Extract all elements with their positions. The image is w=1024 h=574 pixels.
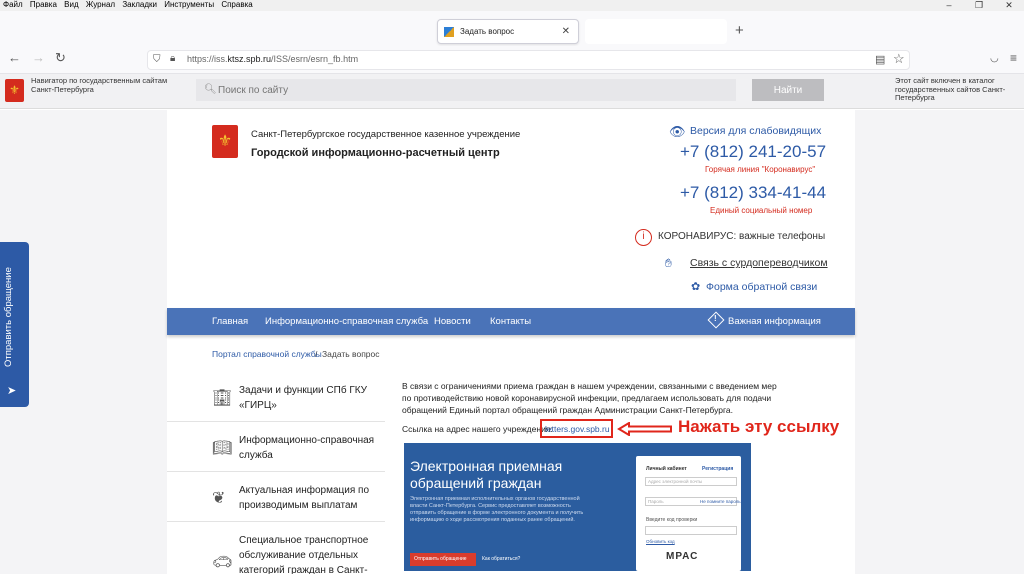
- preview-captcha-label: Введите код проверки: [646, 517, 698, 523]
- menu-edit[interactable]: Правка: [30, 0, 57, 10]
- lock-icon[interactable]: 🔒︎: [170, 53, 175, 64]
- preview-title: обращений граждан: [410, 475, 542, 491]
- search-icon: 🔍︎: [204, 84, 217, 95]
- preview-password-placeholder: Пароль: [648, 499, 664, 504]
- site-favicon-icon: [444, 26, 454, 37]
- menu-tasks[interactable]: Задачи и функции СПб ГКУ «ГИРЦ»: [239, 383, 379, 413]
- menu-view[interactable]: Вид: [64, 0, 78, 10]
- spb-logo-icon[interactable]: ⚜: [5, 79, 24, 102]
- hotline-caption: Горячая линия "Коронавирус": [705, 165, 816, 174]
- minimize-button[interactable]: –: [934, 0, 964, 11]
- restore-button[interactable]: ❐: [964, 0, 994, 11]
- reader-view-icon[interactable]: ▤: [875, 53, 885, 66]
- book-icon: 📖︎: [212, 440, 233, 457]
- menu-bar: Файл Правка Вид Журнал Закладки Инструме…: [0, 0, 1024, 11]
- tab-close-icon[interactable]: ✕: [562, 26, 570, 37]
- sign-language-icon: ✋︎: [665, 256, 672, 270]
- preview-captcha-image: МРАС: [666, 551, 699, 562]
- preview-how-to-link[interactable]: Как обратиться?: [482, 556, 520, 562]
- menu-history[interactable]: Журнал: [86, 0, 115, 10]
- arrow-left-icon: [617, 422, 672, 436]
- exclamation-icon: !: [714, 314, 717, 323]
- eye-icon[interactable]: 👁︎: [669, 124, 686, 140]
- menu-bookmarks[interactable]: Закладки: [122, 0, 157, 10]
- preview-title: Электронная приемная: [410, 458, 563, 474]
- link-label: Ссылка на адрес нашего учреждения:: [402, 424, 553, 434]
- menu-help[interactable]: Справка: [221, 0, 252, 10]
- org-type: Санкт-Петербургское государственное казе…: [251, 129, 521, 140]
- back-icon[interactable]: ←: [8, 50, 21, 65]
- url-text[interactable]: https://iss.ktsz.spb.ru/ISS/esrn/esrn_fb…: [187, 54, 358, 64]
- low-vision-link[interactable]: Версия для слабовидящих: [690, 125, 821, 137]
- tab-active[interactable]: Задать вопрос ✕: [437, 19, 579, 44]
- hotline-phone[interactable]: +7 (812) 241-20-57: [680, 142, 826, 162]
- leaf-icon: ❦: [212, 490, 226, 507]
- forward-icon[interactable]: →: [32, 50, 45, 65]
- breadcrumb-separator: /: [315, 349, 318, 359]
- pocket-icon[interactable]: ◡: [990, 53, 999, 64]
- menu-tools[interactable]: Инструменты: [164, 0, 214, 10]
- preview-send-button[interactable]: Отправить обращение: [410, 553, 476, 566]
- sign-language-link[interactable]: Связь с сурдопереводчиком: [690, 257, 828, 269]
- menu-info-service[interactable]: Информационно-справочная служба: [239, 433, 379, 463]
- car-icon: 🚗︎: [212, 554, 233, 571]
- preview-tab-register: Регистрация: [702, 466, 734, 472]
- close-window-button[interactable]: ✕: [994, 0, 1024, 11]
- send-appeal-label[interactable]: Отправить обращение: [3, 262, 27, 372]
- bookmark-star-icon[interactable]: ☆: [893, 51, 905, 67]
- emblem-icon[interactable]: ⚜: [212, 125, 238, 158]
- search-button[interactable]: Найти: [752, 79, 824, 101]
- info-icon: i: [635, 229, 652, 246]
- reload-icon[interactable]: ↻: [55, 50, 66, 66]
- tab-title: Задать вопрос: [460, 27, 515, 36]
- menu-file[interactable]: Файл: [3, 0, 23, 10]
- menu-divider: [167, 471, 385, 472]
- preview-captcha-field: [645, 526, 737, 535]
- nav-contacts[interactable]: Контакты: [490, 316, 531, 327]
- preview-tab-cabinet: Личный кабинет: [646, 466, 687, 472]
- breadcrumb-current: Задать вопрос: [322, 349, 380, 359]
- callout-text: Нажать эту ссылку: [678, 417, 840, 436]
- shield-icon[interactable]: ⛉: [153, 54, 161, 65]
- catalog-note[interactable]: Этот сайт включен в каталог государствен…: [895, 76, 1015, 103]
- nav-important[interactable]: Важная информация: [728, 316, 821, 327]
- nav-home[interactable]: Главная: [212, 316, 248, 327]
- feedback-form-link[interactable]: Форма обратной связи: [706, 281, 817, 293]
- tab-empty[interactable]: [585, 19, 727, 44]
- menu-divider: [167, 521, 385, 522]
- feedback-icon: ✿: [691, 281, 701, 293]
- menu-divider: [167, 421, 385, 422]
- window-controls: – ❐ ✕: [934, 0, 1024, 11]
- org-name[interactable]: Городской информационно-расчетный центр: [251, 147, 500, 159]
- navigator-text[interactable]: Навигатор по государственным сайтам Санк…: [31, 76, 171, 94]
- corona-phones-link[interactable]: КОРОНАВИРУС: важные телефоны: [658, 231, 825, 242]
- preview-text: Электронная приемная исполнительных орга…: [410, 496, 584, 523]
- nav-news[interactable]: Новости: [434, 316, 471, 327]
- search-input[interactable]: [218, 82, 718, 98]
- preview-forgot-link: Не помните пароль?: [700, 499, 744, 504]
- preview-refresh-link: Обновить код: [646, 539, 675, 544]
- social-phone-caption: Единый социальный номер: [710, 206, 813, 215]
- building-icon: 🏢︎: [212, 390, 233, 407]
- app-menu-icon[interactable]: ≡: [1010, 51, 1017, 65]
- menu-transport[interactable]: Специальное транспортное обслуживание от…: [239, 533, 379, 574]
- new-tab-button[interactable]: +: [735, 22, 744, 39]
- preview-email-placeholder: Адрес электронной почты: [648, 479, 703, 484]
- nav-info-service[interactable]: Информационно-справочная служба: [265, 316, 428, 327]
- menu-payments[interactable]: Актуальная информация по производимым вы…: [239, 483, 379, 513]
- breadcrumb-home[interactable]: Портал справочной службы: [212, 349, 322, 359]
- letters-link[interactable]: letters.gov.spb.ru: [545, 424, 610, 434]
- info-paragraph: В связи с ограничениями приема граждан в…: [402, 381, 777, 415]
- paper-plane-icon[interactable]: ➤: [7, 384, 16, 397]
- social-phone[interactable]: +7 (812) 334-41-44: [680, 183, 826, 203]
